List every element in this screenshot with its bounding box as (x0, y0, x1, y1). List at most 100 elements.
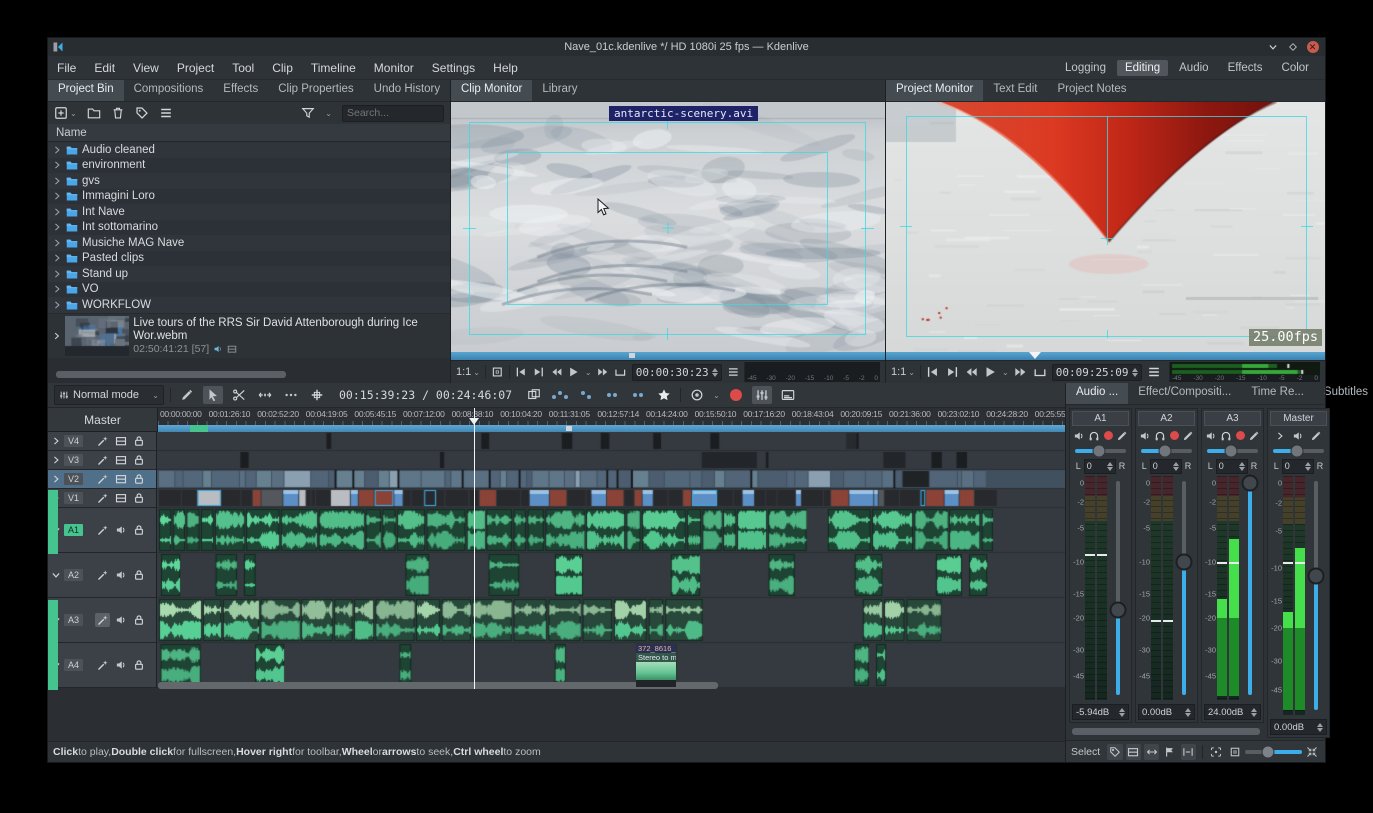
pan-slider[interactable] (1141, 444, 1192, 457)
spacer-tool-button[interactable] (255, 386, 275, 404)
track-header-v3[interactable]: V3 (48, 451, 157, 470)
close-button[interactable]: ✕ (1306, 41, 1319, 54)
volume-fader[interactable] (1173, 476, 1195, 700)
menu-view[interactable]: View (124, 58, 168, 78)
insert-zone-button[interactable] (550, 386, 570, 404)
labeled-audio-clip[interactable]: 372_8616_D Stereo to m (636, 644, 676, 687)
tab-undo-history[interactable]: Undo History (364, 80, 450, 101)
track-name-badge[interactable]: A3 (64, 614, 83, 626)
track-effects-button[interactable] (95, 613, 110, 627)
subtitles-button[interactable] (778, 386, 798, 404)
forward-button[interactable] (1014, 365, 1028, 379)
edit-button[interactable] (1248, 430, 1260, 442)
tab-library[interactable]: Library (532, 80, 587, 101)
zone-out-button[interactable] (945, 365, 959, 379)
bin-column-header[interactable]: Name (48, 124, 450, 142)
tab-audio-[interactable]: Audio ... (1066, 383, 1128, 404)
bin-folder-row[interactable]: Int Nave (48, 204, 450, 220)
search-input[interactable] (342, 105, 444, 122)
timeline-zone-bar[interactable] (158, 425, 1065, 432)
solo-button[interactable] (1088, 430, 1100, 442)
target-track-indicator[interactable] (48, 490, 58, 554)
master-track-label[interactable]: Master (48, 408, 158, 432)
volume-fader[interactable] (1107, 476, 1129, 700)
tab-compositions[interactable]: Compositions (124, 80, 214, 101)
track-lock-button[interactable] (131, 491, 146, 505)
bin-folder-row[interactable]: VO (48, 282, 450, 298)
playhead[interactable] (474, 408, 475, 689)
track-effects-button[interactable] (95, 568, 110, 582)
tab-project-notes[interactable]: Project Notes (1047, 80, 1136, 101)
zoom-collapse-button[interactable] (1305, 744, 1320, 760)
snap-button[interactable] (1144, 744, 1159, 760)
track-video-button[interactable] (113, 491, 128, 505)
balance-spinbox[interactable]: 0 (1150, 459, 1182, 474)
record-monitor-button[interactable] (1170, 431, 1179, 440)
mute-button[interactable] (1073, 430, 1085, 442)
menu-settings[interactable]: Settings (423, 58, 484, 78)
zone-button[interactable] (614, 365, 627, 379)
track-header-v2[interactable]: V2 (48, 470, 157, 489)
fader-knob[interactable] (1242, 474, 1259, 491)
tab-clip-monitor[interactable]: Clip Monitor (451, 80, 532, 101)
monitor-menu-button[interactable] (727, 365, 740, 379)
clip-monitor-seekbar[interactable] (451, 352, 885, 360)
bin-folder-row[interactable]: WORKFLOW (48, 297, 450, 313)
forward-button[interactable] (597, 365, 610, 379)
seek-marker[interactable] (629, 353, 635, 358)
play-button[interactable] (983, 365, 997, 379)
track-name-badge[interactable]: V4 (64, 435, 83, 447)
track-lock-button[interactable] (131, 658, 146, 672)
gain-spinbox[interactable]: 24.00dB (1204, 704, 1261, 720)
track-header-a3[interactable]: A3 (48, 598, 157, 643)
pan-knob[interactable] (1224, 444, 1237, 457)
titlebar[interactable]: Nave_01c.kdenlive */ HD 1080i 25 fps — K… (48, 38, 1325, 56)
project-monitor-seekbar[interactable] (886, 352, 1325, 360)
tab-project-monitor[interactable]: Project Monitor (886, 80, 983, 101)
project-monitor-video[interactable]: 25.00fps (886, 102, 1325, 352)
track-lock-button[interactable] (131, 472, 146, 486)
tab-clip-properties[interactable]: Clip Properties (268, 80, 363, 101)
balance-spinbox[interactable]: 0 (1282, 459, 1314, 474)
volume-fader[interactable] (1305, 476, 1327, 715)
zone-in-button[interactable] (926, 365, 940, 379)
track-lock-button[interactable] (131, 434, 146, 448)
workspace-effects[interactable]: Effects (1220, 60, 1271, 76)
target-track-indicator[interactable] (48, 600, 58, 690)
monitor-menu-button[interactable] (1147, 365, 1161, 379)
track-effects-button[interactable] (95, 472, 110, 486)
monitor-zoom-select[interactable]: 1:1⌄ (891, 366, 915, 378)
more-tools-button[interactable] (281, 386, 301, 404)
mute-button[interactable] (1139, 430, 1151, 442)
pan-knob[interactable] (1158, 444, 1171, 457)
multicam-tool-button[interactable] (177, 386, 197, 404)
pan-slider[interactable] (1207, 444, 1258, 457)
balance-spinbox[interactable]: 0 (1216, 459, 1248, 474)
track-name-badge[interactable]: V2 (64, 473, 83, 485)
menu-monitor[interactable]: Monitor (365, 58, 423, 78)
favorite-effects-button[interactable] (654, 386, 674, 404)
menu-clip[interactable]: Clip (263, 58, 302, 78)
tab-text-edit[interactable]: Text Edit (983, 80, 1047, 101)
gain-spinbox[interactable]: -5.94dB (1072, 704, 1129, 720)
track-audio-button[interactable] (113, 568, 128, 582)
record-monitor-button[interactable] (1236, 431, 1245, 440)
track-effects-button[interactable] (95, 491, 110, 505)
monitor-zoom-select[interactable]: 1:1⌄ (456, 366, 480, 378)
track-video-button[interactable] (113, 472, 128, 486)
track-audio-button[interactable] (113, 523, 128, 537)
bin-folder-row[interactable]: gvs (48, 173, 450, 189)
track-effects-button[interactable] (95, 658, 110, 672)
pan-knob[interactable] (1290, 444, 1303, 457)
track-effects-button[interactable] (95, 434, 110, 448)
bin-folder-row[interactable]: Pasted clips (48, 251, 450, 267)
timeline-scrollbar[interactable] (158, 682, 718, 689)
timeline-position-timecode[interactable]: 00:15:39:23 / 00:24:46:07 (333, 388, 518, 402)
mixer-scrollbar[interactable] (1072, 728, 1260, 735)
edit-mode-select[interactable]: Normal mode ⌄ (54, 385, 164, 405)
zoom-slider[interactable] (1245, 746, 1301, 758)
bin-folder-row[interactable]: Stand up (48, 266, 450, 282)
project-monitor-timecode[interactable]: 00:09:25:09 (1052, 364, 1142, 381)
timeline-lanes[interactable]: 372_8616_D Stereo to m (157, 432, 1065, 693)
balance-spinbox[interactable]: 0 (1084, 459, 1116, 474)
